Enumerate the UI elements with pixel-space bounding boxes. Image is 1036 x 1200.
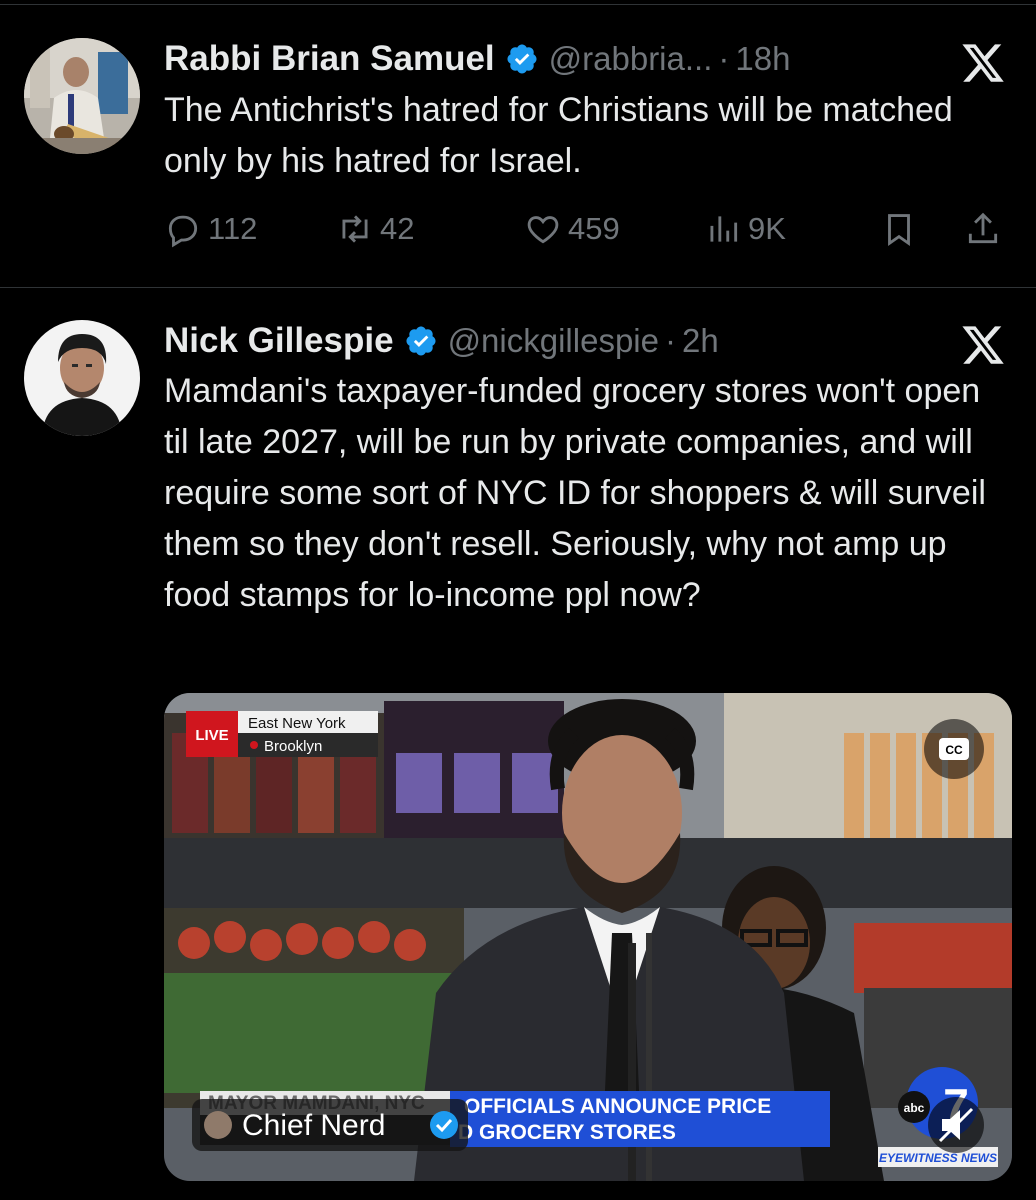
x-logo-icon [962,44,1004,82]
display-name[interactable]: Nick Gillespie [164,321,394,361]
separator-dot: · [665,322,676,359]
chyron-bottom-right: D GROCERY STORES [458,1121,676,1144]
reply-count: 112 [208,211,258,246]
timestamp[interactable]: 18h [735,40,790,78]
location-line-2: Brooklyn [264,738,322,755]
views-count: 9K [748,211,786,246]
tweet-header: Nick Gillespie @nickgillespie · 2h [164,318,1006,364]
video-frame: LIVE East New York Brooklyn CC MAYOR MAM… [164,693,1012,1181]
avatar[interactable] [24,38,140,154]
display-name[interactable]: Rabbi Brian Samuel [164,39,495,79]
views-icon [710,216,738,242]
share-icon [968,212,998,244]
bookmark-icon [888,214,910,246]
views-button[interactable]: 9K [704,209,786,249]
channel-avatar [204,1111,232,1139]
timestamp[interactable]: 2h [682,322,719,360]
avatar[interactable] [24,320,140,436]
network-name: EYEWITNESS NEWS [879,1151,997,1165]
tweet-text: The Antichrist's hatred for Christians w… [164,91,953,180]
separator-dot: · [718,40,730,77]
repost-button[interactable]: 42 [336,209,414,249]
x-logo-icon [962,326,1004,364]
reply-button[interactable]: 112 [164,209,257,249]
live-label: LIVE [195,727,228,744]
tweet-text: Mamdani's taxpayer-funded grocery stores… [164,372,986,614]
handle[interactable]: @rabbria... [549,40,713,78]
cc-label: CC [945,743,963,757]
tweet-1[interactable]: Rabbi Brian Samuel @rabbria... · 18h The… [0,0,1036,287]
chyron-top-right: OFFICIALS ANNOUNCE PRICE [464,1095,771,1118]
action-bar: 112 42 459 9K [164,209,1006,249]
handle[interactable]: @nickgillespie [448,322,659,360]
verified-badge-icon [507,44,537,74]
location-line-1: East New York [248,715,346,732]
repost-icon [342,215,368,243]
like-button[interactable]: 459 [524,209,620,249]
tweet-header: Rabbi Brian Samuel @rabbria... · 18h [164,36,1006,82]
like-count: 459 [568,211,620,246]
repost-count: 42 [380,211,415,246]
network-logo-text: abc [904,1101,925,1115]
reply-icon [168,215,198,248]
share-button[interactable] [964,209,1002,249]
channel-name: Chief Nerd [242,1109,385,1142]
bookmark-button[interactable] [880,209,918,249]
like-icon [527,216,559,244]
verified-badge-icon [430,1111,458,1139]
video-player[interactable]: LIVE East New York Brooklyn CC MAYOR MAM… [164,693,1012,1181]
verified-badge-icon [406,326,436,356]
